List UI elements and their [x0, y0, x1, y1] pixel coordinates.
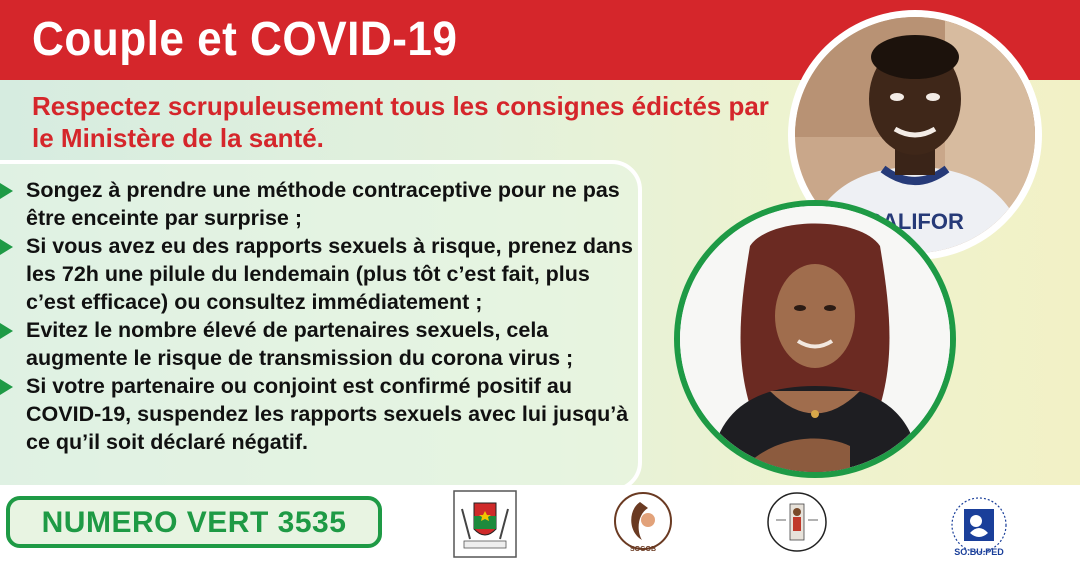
bullet-arrow-icon	[0, 183, 13, 199]
list-item-text: Si votre partenaire ou conjoint est conf…	[26, 374, 629, 454]
poster: Couple et COVID-19 Respectez scrupuleuse…	[0, 0, 1080, 563]
list-item-text: Si vous avez eu des rapports sexuels à r…	[26, 234, 634, 314]
woman-photo	[674, 200, 956, 478]
sogob-caption: SOGOB	[629, 546, 657, 553]
coat-of-arms-logo	[452, 489, 518, 559]
list-item: Si votre partenaire ou conjoint est conf…	[0, 372, 640, 456]
subtitle: Respectez scrupuleusement tous les consi…	[32, 91, 769, 153]
sogob-logo: SOGOB	[612, 490, 674, 556]
list-item: Songez à prendre une méthode contracepti…	[0, 176, 640, 232]
hotline-badge: NUMERO VERT 3535	[6, 496, 382, 548]
list-item-text: Evitez le nombre élevé de partenaires se…	[26, 318, 574, 370]
list-item-text: Songez à prendre une méthode contracepti…	[26, 178, 620, 230]
bullet-arrow-icon	[0, 239, 13, 255]
bullet-arrow-icon	[0, 379, 13, 395]
page-title: Couple et COVID-19	[32, 13, 458, 66]
sobuped-logo: SO.BU.PED	[942, 490, 1016, 560]
list-item: Si vous avez eu des rapports sexuels à r…	[0, 232, 640, 316]
sobuped-caption: SO.BU.PED	[954, 547, 1004, 557]
advice-list: Songez à prendre une méthode contracepti…	[0, 176, 640, 456]
hotline-number: NUMERO VERT 3535	[41, 506, 347, 539]
bullet-arrow-icon	[0, 323, 13, 339]
list-item: Evitez le nombre élevé de partenaires se…	[0, 316, 640, 372]
association-logo	[766, 490, 828, 554]
